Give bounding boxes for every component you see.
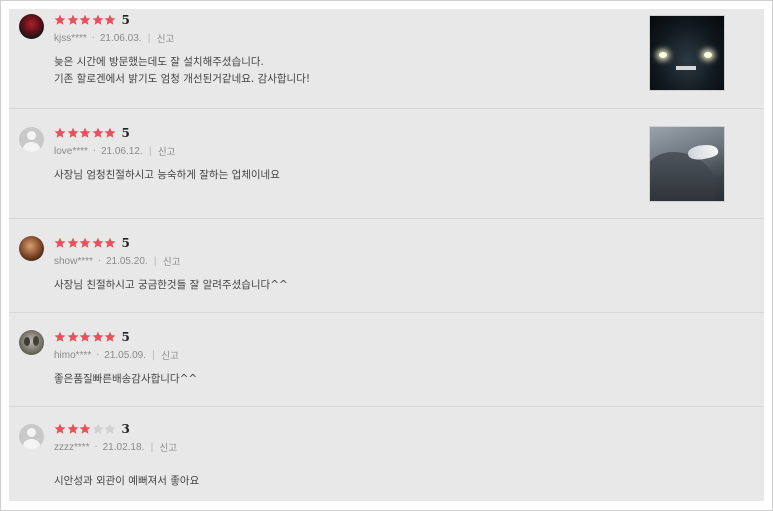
review-text: 시안성과 외관이 예뻐져서 좋아요 (54, 473, 199, 490)
review-text-line: 사장님 친절하시고 궁금한것들 잘 알려주셨습니다^^ (54, 279, 288, 291)
star-filled-icon (104, 237, 116, 248)
review-item: 5 kjss**** · 21.06.03. | 신고 늦은 시간에 방문했는데… (9, 9, 764, 109)
star-filled-icon (54, 423, 66, 434)
meta-dot: · (94, 441, 98, 453)
reviewer-id: love**** (54, 145, 88, 157)
meta-separator: | (147, 32, 151, 44)
review-item: 5 love**** · 21.06.12. | 신고 사장님 엄청친절하시고 … (9, 109, 764, 219)
reviewer-id: show**** (54, 255, 93, 267)
star-filled-icon (79, 127, 91, 138)
review-meta: show**** · 21.05.20. | 신고 (54, 254, 180, 269)
rating-score: 5 (121, 13, 130, 27)
review-date: 21.06.12. (100, 145, 143, 157)
car-hood (650, 152, 715, 201)
star-filled-icon (67, 423, 78, 434)
star-empty-icon (92, 423, 103, 434)
default-user-icon (19, 127, 44, 152)
review-list: 5 kjss**** · 21.06.03. | 신고 늦은 시간에 방문했는데… (9, 9, 764, 501)
review-text: 사장님 친절하시고 궁금한것들 잘 알려주셨습니다^^ (54, 277, 288, 294)
star-filled-icon (67, 331, 78, 342)
star-filled-icon (79, 331, 91, 342)
review-meta: zzzz**** · 21.02.18. | 신고 (54, 440, 177, 455)
star-filled-icon (104, 331, 116, 342)
star-rating: 3 (54, 422, 130, 436)
review-item: 5 show**** · 21.05.20. | 신고 사장님 친절하시고 궁금… (9, 219, 764, 313)
user-avatar (19, 330, 44, 355)
meta-separator: | (150, 441, 154, 453)
default-user-icon (19, 424, 44, 449)
review-item: 5 himo**** · 21.05.09. | 신고 좋은품질빠른배송감사합니… (9, 313, 764, 407)
meta-dot: · (91, 32, 95, 44)
star-filled-icon (54, 14, 66, 25)
star-filled-icon (92, 237, 103, 248)
star-filled-icon (67, 127, 78, 138)
headlight-glow (704, 52, 712, 58)
star-rating: 5 (54, 330, 130, 344)
report-link[interactable]: 신고 (160, 440, 177, 454)
meta-dot: · (97, 255, 101, 267)
review-meta: love**** · 21.06.12. | 신고 (54, 144, 175, 159)
reviewer-id: kjss**** (54, 32, 87, 44)
star-filled-icon (79, 423, 91, 434)
rating-score: 5 (121, 236, 130, 250)
car-headlight (686, 142, 720, 162)
star-filled-icon (104, 14, 116, 25)
star-filled-icon (104, 127, 116, 138)
star-filled-icon (79, 14, 91, 25)
meta-separator: | (148, 145, 152, 157)
report-link[interactable]: 신고 (158, 144, 175, 158)
user-avatar (19, 236, 44, 261)
user-avatar (19, 14, 44, 39)
star-filled-icon (79, 237, 91, 248)
review-text-line: 사장님 엄청친절하시고 능숙하게 잘하는 업체이네요 (54, 169, 280, 181)
star-filled-icon (92, 127, 103, 138)
review-text-line: 시안성과 외관이 예뻐져서 좋아요 (54, 475, 200, 487)
review-text-line: 좋은품질빠른배송감사합니다^^ (54, 373, 198, 385)
meta-separator: | (153, 255, 157, 267)
rating-score: 3 (121, 422, 130, 436)
review-date: 21.05.09. (104, 349, 146, 361)
license-plate (676, 66, 696, 70)
review-date: 21.05.20. (105, 255, 148, 267)
report-link[interactable]: 신고 (163, 254, 180, 268)
review-text-line: 늦은 시간에 방문했는데도 잘 설치해주셨습니다. (54, 56, 264, 68)
review-photo[interactable] (649, 15, 725, 91)
star-filled-icon (92, 14, 103, 25)
rating-score: 5 (121, 126, 130, 140)
review-meta: kjss**** · 21.06.03. | 신고 (54, 31, 174, 46)
star-rating: 5 (54, 236, 130, 250)
rating-score: 5 (121, 330, 130, 344)
review-item: 3 zzzz**** · 21.02.18. | 신고 시안성과 외관이 예뻐져… (9, 407, 764, 501)
review-text: 좋은품질빠른배송감사합니다^^ (54, 371, 197, 388)
star-empty-icon (104, 423, 116, 434)
report-link[interactable]: 신고 (157, 31, 174, 45)
star-filled-icon (54, 127, 66, 138)
star-filled-icon (54, 331, 66, 342)
review-date: 21.02.18. (102, 441, 145, 453)
headlight-glow (659, 52, 667, 58)
reviewer-id: himo**** (54, 349, 92, 361)
review-text: 사장님 엄청친절하시고 능숙하게 잘하는 업체이네요 (54, 167, 280, 184)
review-date: 21.06.03. (99, 32, 142, 44)
report-link[interactable]: 신고 (161, 348, 178, 362)
reviewer-id: zzzz**** (54, 441, 90, 453)
meta-separator: | (152, 349, 156, 361)
star-filled-icon (54, 237, 66, 248)
review-meta: himo**** · 21.05.09. | 신고 (54, 348, 179, 363)
star-rating: 5 (54, 126, 130, 140)
meta-dot: · (96, 349, 100, 361)
star-rating: 5 (54, 13, 130, 27)
review-photo[interactable] (649, 126, 725, 202)
review-text-line: 기존 할로겐에서 밝기도 엄청 개선된거같네요. 감사합니다! (54, 73, 311, 85)
star-filled-icon (67, 14, 78, 25)
meta-dot: · (92, 145, 96, 157)
review-text: 늦은 시간에 방문했는데도 잘 설치해주셨습니다. 기존 할로겐에서 밝기도 엄… (54, 54, 310, 88)
star-filled-icon (92, 331, 103, 342)
star-filled-icon (67, 237, 78, 248)
